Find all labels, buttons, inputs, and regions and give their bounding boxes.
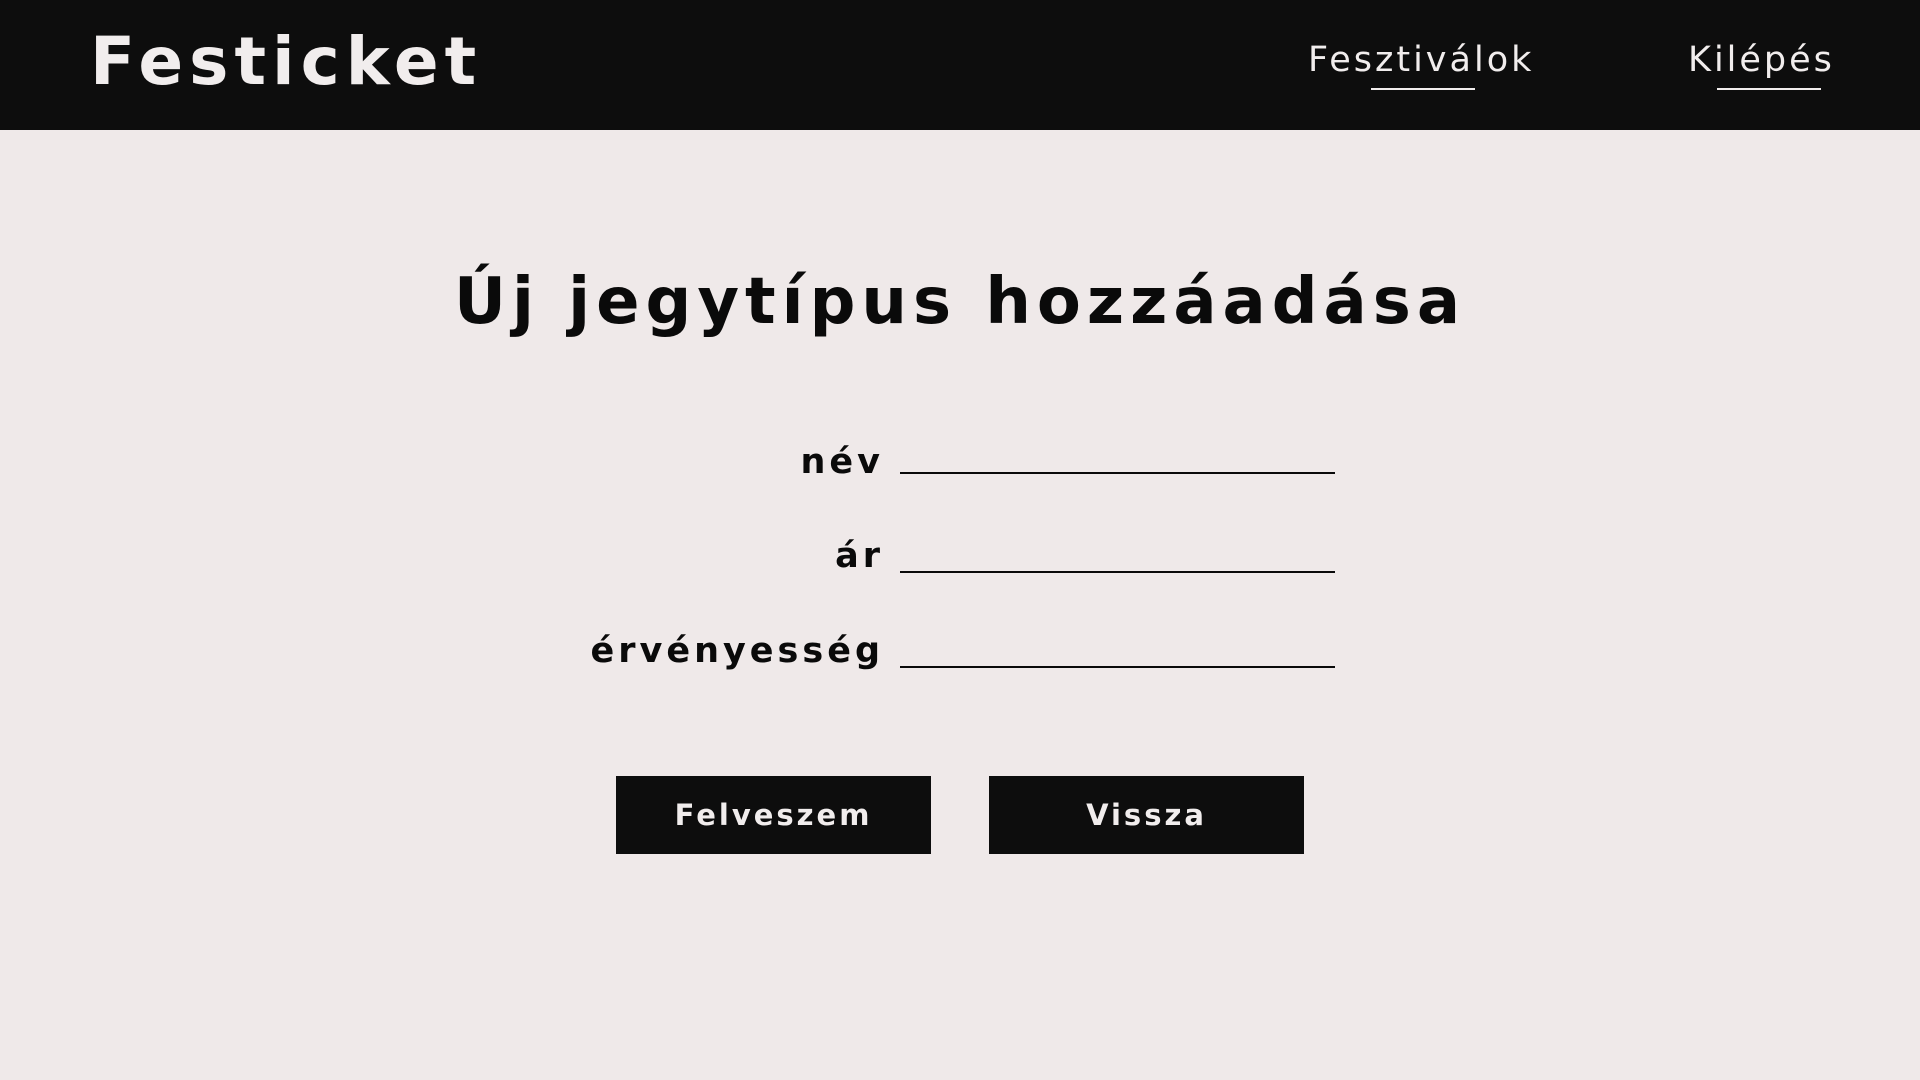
name-label: név <box>800 442 884 482</box>
top-navigation-bar: Festicket Fesztiválok Kilépés <box>0 0 1920 130</box>
price-label: ár <box>835 536 884 576</box>
brand-logo[interactable]: Festicket <box>90 22 482 102</box>
back-button[interactable]: Vissza <box>989 776 1304 854</box>
name-input[interactable] <box>900 438 1335 474</box>
nav-link-festivals-underline <box>1371 88 1475 90</box>
nav-link-logout-underline <box>1717 88 1821 90</box>
price-input[interactable] <box>900 537 1335 573</box>
validity-label: érvényesség <box>590 631 884 671</box>
validity-input[interactable] <box>900 632 1335 668</box>
nav-link-festivals[interactable]: Fesztiválok <box>1308 38 1534 82</box>
nav-link-logout[interactable]: Kilépés <box>1688 38 1835 82</box>
page-title: Új jegytípus hozzáadása <box>453 265 1467 339</box>
submit-button[interactable]: Felveszem <box>616 776 931 854</box>
